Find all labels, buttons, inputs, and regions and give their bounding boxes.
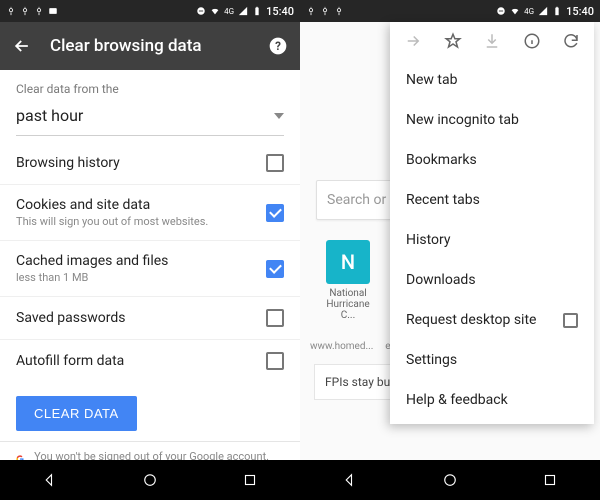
menu-item[interactable]: Settings bbox=[390, 340, 594, 380]
option-row[interactable]: Autofill form data bbox=[0, 340, 300, 382]
network-label: 4G bbox=[224, 7, 234, 16]
option-checkbox[interactable] bbox=[266, 309, 284, 327]
menu-icon-row bbox=[390, 22, 594, 60]
location-icon bbox=[306, 6, 316, 16]
menu-item-label: Bookmarks bbox=[406, 152, 477, 168]
option-title: Cached images and files bbox=[16, 253, 168, 269]
clock-label: 15:40 bbox=[566, 5, 594, 18]
menu-checkbox[interactable] bbox=[563, 313, 578, 328]
menu-item[interactable]: New tab bbox=[390, 60, 594, 100]
overflow-menu: New tab New incognito tab Bookmarks Recent … bbox=[390, 22, 594, 424]
menu-item[interactable]: History bbox=[390, 220, 594, 260]
location-icon bbox=[6, 6, 16, 16]
navigation-bar bbox=[0, 460, 300, 500]
network-label: 4G bbox=[524, 7, 534, 16]
footer-note: You won't be signed out of your Google a… bbox=[0, 441, 300, 460]
menu-item[interactable]: Help & feedback bbox=[390, 380, 594, 420]
wifi-icon bbox=[510, 6, 520, 16]
battery-icon bbox=[252, 6, 262, 16]
svg-text:?: ? bbox=[275, 39, 281, 53]
menu-item-label: Help & feedback bbox=[406, 392, 508, 408]
page-title: Clear browsing data bbox=[50, 36, 250, 56]
signal-icon bbox=[238, 6, 248, 16]
dnd-icon bbox=[496, 6, 506, 16]
nav-home-icon[interactable] bbox=[141, 471, 159, 489]
menu-item-label: Settings bbox=[406, 352, 457, 368]
content-area: Search or N National Hurricane C... DOGn… bbox=[300, 22, 600, 460]
menu-item[interactable]: Bookmarks bbox=[390, 140, 594, 180]
clock-label: 15:40 bbox=[266, 5, 294, 18]
menu-item[interactable]: New incognito tab bbox=[390, 100, 594, 140]
menu-item-label: Recent tabs bbox=[406, 192, 480, 208]
option-row[interactable]: Saved passwords bbox=[0, 297, 300, 340]
menu-item-label: New tab bbox=[406, 72, 457, 88]
option-checkbox[interactable] bbox=[266, 204, 284, 222]
time-range-dropdown[interactable]: past hour bbox=[16, 100, 284, 136]
google-logo-icon bbox=[16, 450, 24, 460]
location-icon bbox=[334, 6, 344, 16]
option-row[interactable]: Cookies and site data This will sign you … bbox=[0, 185, 300, 241]
menu-item[interactable]: Request desktop site bbox=[390, 300, 594, 340]
app-header: Clear browsing data ? bbox=[0, 22, 300, 70]
status-bar: 4G 15:40 bbox=[0, 0, 300, 22]
nav-home-icon[interactable] bbox=[441, 471, 459, 489]
option-row[interactable]: Cached images and files less than 1 MB bbox=[0, 241, 300, 297]
menu-item[interactable]: Recent tabs bbox=[390, 180, 594, 220]
status-bar: 4G 15:40 bbox=[300, 0, 600, 22]
tile-thumbnail: N bbox=[326, 240, 370, 284]
option-title: Browsing history bbox=[16, 155, 120, 171]
location-icon bbox=[20, 6, 30, 16]
info-icon[interactable] bbox=[523, 32, 541, 50]
location-icon bbox=[34, 6, 44, 16]
wifi-icon bbox=[210, 6, 220, 16]
nav-back-icon[interactable] bbox=[41, 471, 59, 489]
dnd-icon bbox=[196, 6, 206, 16]
download-icon[interactable] bbox=[483, 32, 501, 50]
device-left: 4G 15:40 Clear browsing data ? Clear dat… bbox=[0, 0, 300, 500]
help-button[interactable]: ? bbox=[268, 36, 288, 56]
option-checkbox[interactable] bbox=[266, 352, 284, 370]
option-title: Saved passwords bbox=[16, 310, 125, 326]
location-icon bbox=[320, 6, 330, 16]
menu-item-label: New incognito tab bbox=[406, 112, 519, 128]
star-icon[interactable] bbox=[444, 32, 462, 50]
menu-item-label: Downloads bbox=[406, 272, 476, 288]
tile-label: National Hurricane C... bbox=[322, 288, 374, 321]
option-checkbox[interactable] bbox=[266, 260, 284, 278]
nav-recent-icon[interactable] bbox=[241, 471, 259, 489]
device-right: 4G 15:40 Search or N National Hurricane … bbox=[300, 0, 600, 500]
dropdown-value: past hour bbox=[16, 106, 83, 125]
option-subtitle: less than 1 MB bbox=[16, 271, 168, 284]
content-area: Clear data from the past hour Browsing h… bbox=[0, 70, 300, 460]
menu-item-label: History bbox=[406, 232, 451, 248]
footer-text: You won't be signed out of your Google a… bbox=[34, 450, 284, 460]
forward-icon[interactable] bbox=[404, 32, 422, 50]
feed-source: www.homed... bbox=[310, 341, 373, 352]
option-subtitle: This will sign you out of most websites. bbox=[16, 215, 208, 228]
clear-data-button[interactable]: CLEAR DATA bbox=[16, 396, 137, 431]
menu-item-label: Request desktop site bbox=[406, 312, 536, 328]
image-icon bbox=[48, 6, 58, 16]
option-checkbox[interactable] bbox=[266, 154, 284, 172]
option-title: Cookies and site data bbox=[16, 197, 208, 213]
chevron-down-icon bbox=[274, 113, 284, 119]
clear-from-label: Clear data from the bbox=[0, 70, 300, 100]
menu-item[interactable]: Downloads bbox=[390, 260, 594, 300]
nav-recent-icon[interactable] bbox=[541, 471, 559, 489]
search-placeholder: Search or bbox=[327, 192, 386, 208]
option-row[interactable]: Browsing history bbox=[0, 142, 300, 185]
options-list: Browsing history Cookies and site data Thi… bbox=[0, 136, 300, 382]
navigation-bar bbox=[300, 460, 600, 500]
battery-icon bbox=[552, 6, 562, 16]
tile-item[interactable]: N National Hurricane C... bbox=[322, 240, 374, 321]
signal-icon bbox=[538, 6, 548, 16]
back-button[interactable] bbox=[12, 36, 32, 56]
refresh-icon[interactable] bbox=[562, 32, 580, 50]
option-title: Autofill form data bbox=[16, 353, 124, 369]
nav-back-icon[interactable] bbox=[341, 471, 359, 489]
